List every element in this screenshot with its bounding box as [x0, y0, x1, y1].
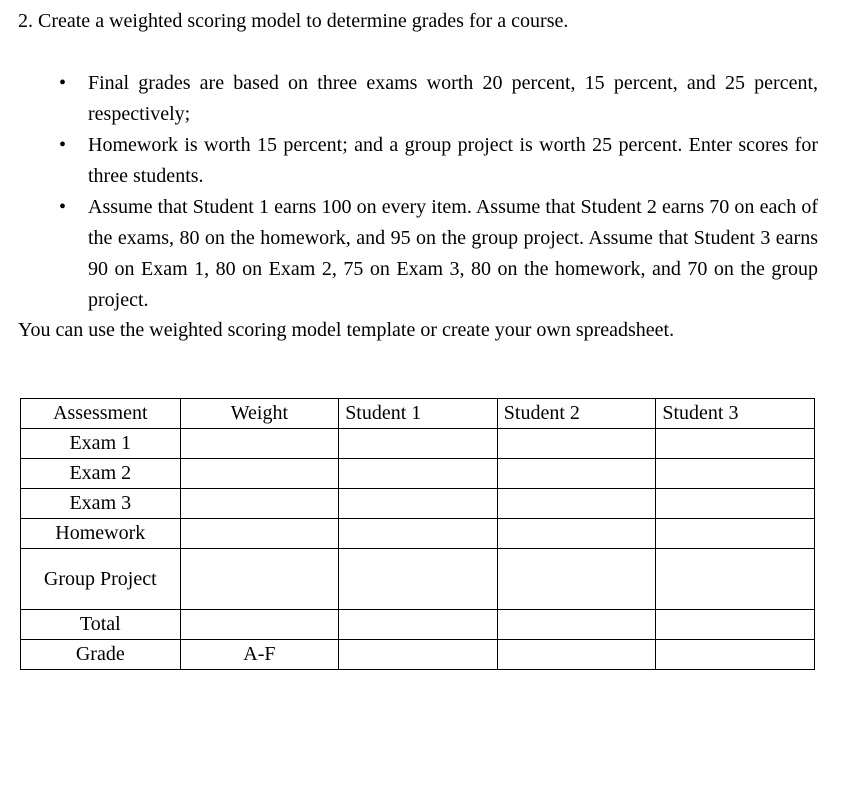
- closing-paragraph: You can use the weighted scoring model t…: [18, 319, 675, 341]
- student-2-cell[interactable]: [496, 428, 657, 459]
- row-label: Grade: [20, 639, 181, 670]
- list-item: • Assume that Student 1 earns 100 on eve…: [0, 192, 868, 316]
- weight-cell[interactable]: [179, 458, 340, 489]
- student-3-cell[interactable]: [655, 639, 815, 670]
- table-row: Exam 2: [20, 458, 815, 489]
- column-header-student-1: Student 1: [338, 398, 498, 429]
- row-label: Group Project: [20, 548, 181, 610]
- column-header-assessment: Assessment: [20, 398, 181, 429]
- list-item: • Final grades are based on three exams …: [0, 68, 868, 130]
- table-header-row: Assessment Weight Student 1 Student 2 St…: [20, 398, 815, 429]
- weight-cell[interactable]: [179, 548, 340, 610]
- weight-cell[interactable]: [179, 488, 340, 519]
- row-label: Total: [20, 609, 181, 640]
- student-2-cell[interactable]: [496, 518, 657, 549]
- table-body: Exam 1 Exam 2 Exam 3 Homework Group Proj…: [20, 428, 815, 670]
- list-item: • Homework is worth 15 percent; and a gr…: [0, 130, 868, 192]
- student-1-cell[interactable]: [338, 639, 498, 670]
- student-2-cell[interactable]: [496, 609, 657, 640]
- student-3-cell[interactable]: [655, 548, 815, 610]
- list-item-text: Assume that Student 1 earns 100 on every…: [88, 196, 818, 311]
- row-label: Exam 2: [20, 458, 181, 489]
- student-3-cell[interactable]: [655, 458, 815, 489]
- table-row: Exam 3: [20, 488, 815, 519]
- weight-cell[interactable]: [179, 428, 340, 459]
- student-2-cell[interactable]: [496, 639, 657, 670]
- table-row: Total: [20, 609, 815, 640]
- student-1-cell[interactable]: [338, 609, 498, 640]
- student-1-cell[interactable]: [338, 548, 498, 610]
- student-3-cell[interactable]: [655, 428, 815, 459]
- student-1-cell[interactable]: [338, 428, 498, 459]
- weight-cell[interactable]: [179, 518, 340, 549]
- column-header-student-2: Student 2: [496, 398, 657, 429]
- bullet-point-icon: •: [59, 72, 67, 94]
- row-label-text: Group Project: [43, 567, 157, 590]
- table-row: Grade A-F: [20, 639, 815, 670]
- question-heading: 2. Create a weighted scoring model to de…: [18, 10, 569, 32]
- list-item-text: Final grades are based on three exams wo…: [88, 72, 818, 125]
- student-3-cell[interactable]: [655, 518, 815, 549]
- bullet-point-icon: •: [59, 134, 67, 156]
- student-2-cell[interactable]: [496, 488, 657, 519]
- column-header-student-3: Student 3: [655, 398, 815, 429]
- document-page: 2. Create a weighted scoring model to de…: [0, 0, 868, 796]
- bullet-point-icon: •: [59, 196, 67, 218]
- table-row: Homework: [20, 518, 815, 549]
- table-header: Assessment Weight Student 1 Student 2 St…: [20, 398, 815, 429]
- row-label: Homework: [20, 518, 181, 549]
- weight-cell[interactable]: A-F: [179, 639, 340, 670]
- weight-cell[interactable]: [179, 609, 340, 640]
- student-3-cell[interactable]: [655, 609, 815, 640]
- table-row: Exam 1: [20, 428, 815, 459]
- row-label: Exam 3: [20, 488, 181, 519]
- student-1-cell[interactable]: [338, 458, 498, 489]
- list-item-text: Homework is worth 15 percent; and a grou…: [88, 134, 818, 187]
- student-1-cell[interactable]: [338, 518, 498, 549]
- student-2-cell[interactable]: [496, 458, 657, 489]
- table-row: Group Project: [20, 548, 815, 610]
- requirements-bullet-list: • Final grades are based on three exams …: [0, 68, 868, 316]
- column-header-weight: Weight: [179, 398, 340, 429]
- student-2-cell[interactable]: [496, 548, 657, 610]
- student-3-cell[interactable]: [655, 488, 815, 519]
- row-label: Exam 1: [20, 428, 181, 459]
- student-1-cell[interactable]: [338, 488, 498, 519]
- weighted-scoring-table: Assessment Weight Student 1 Student 2 St…: [20, 398, 815, 670]
